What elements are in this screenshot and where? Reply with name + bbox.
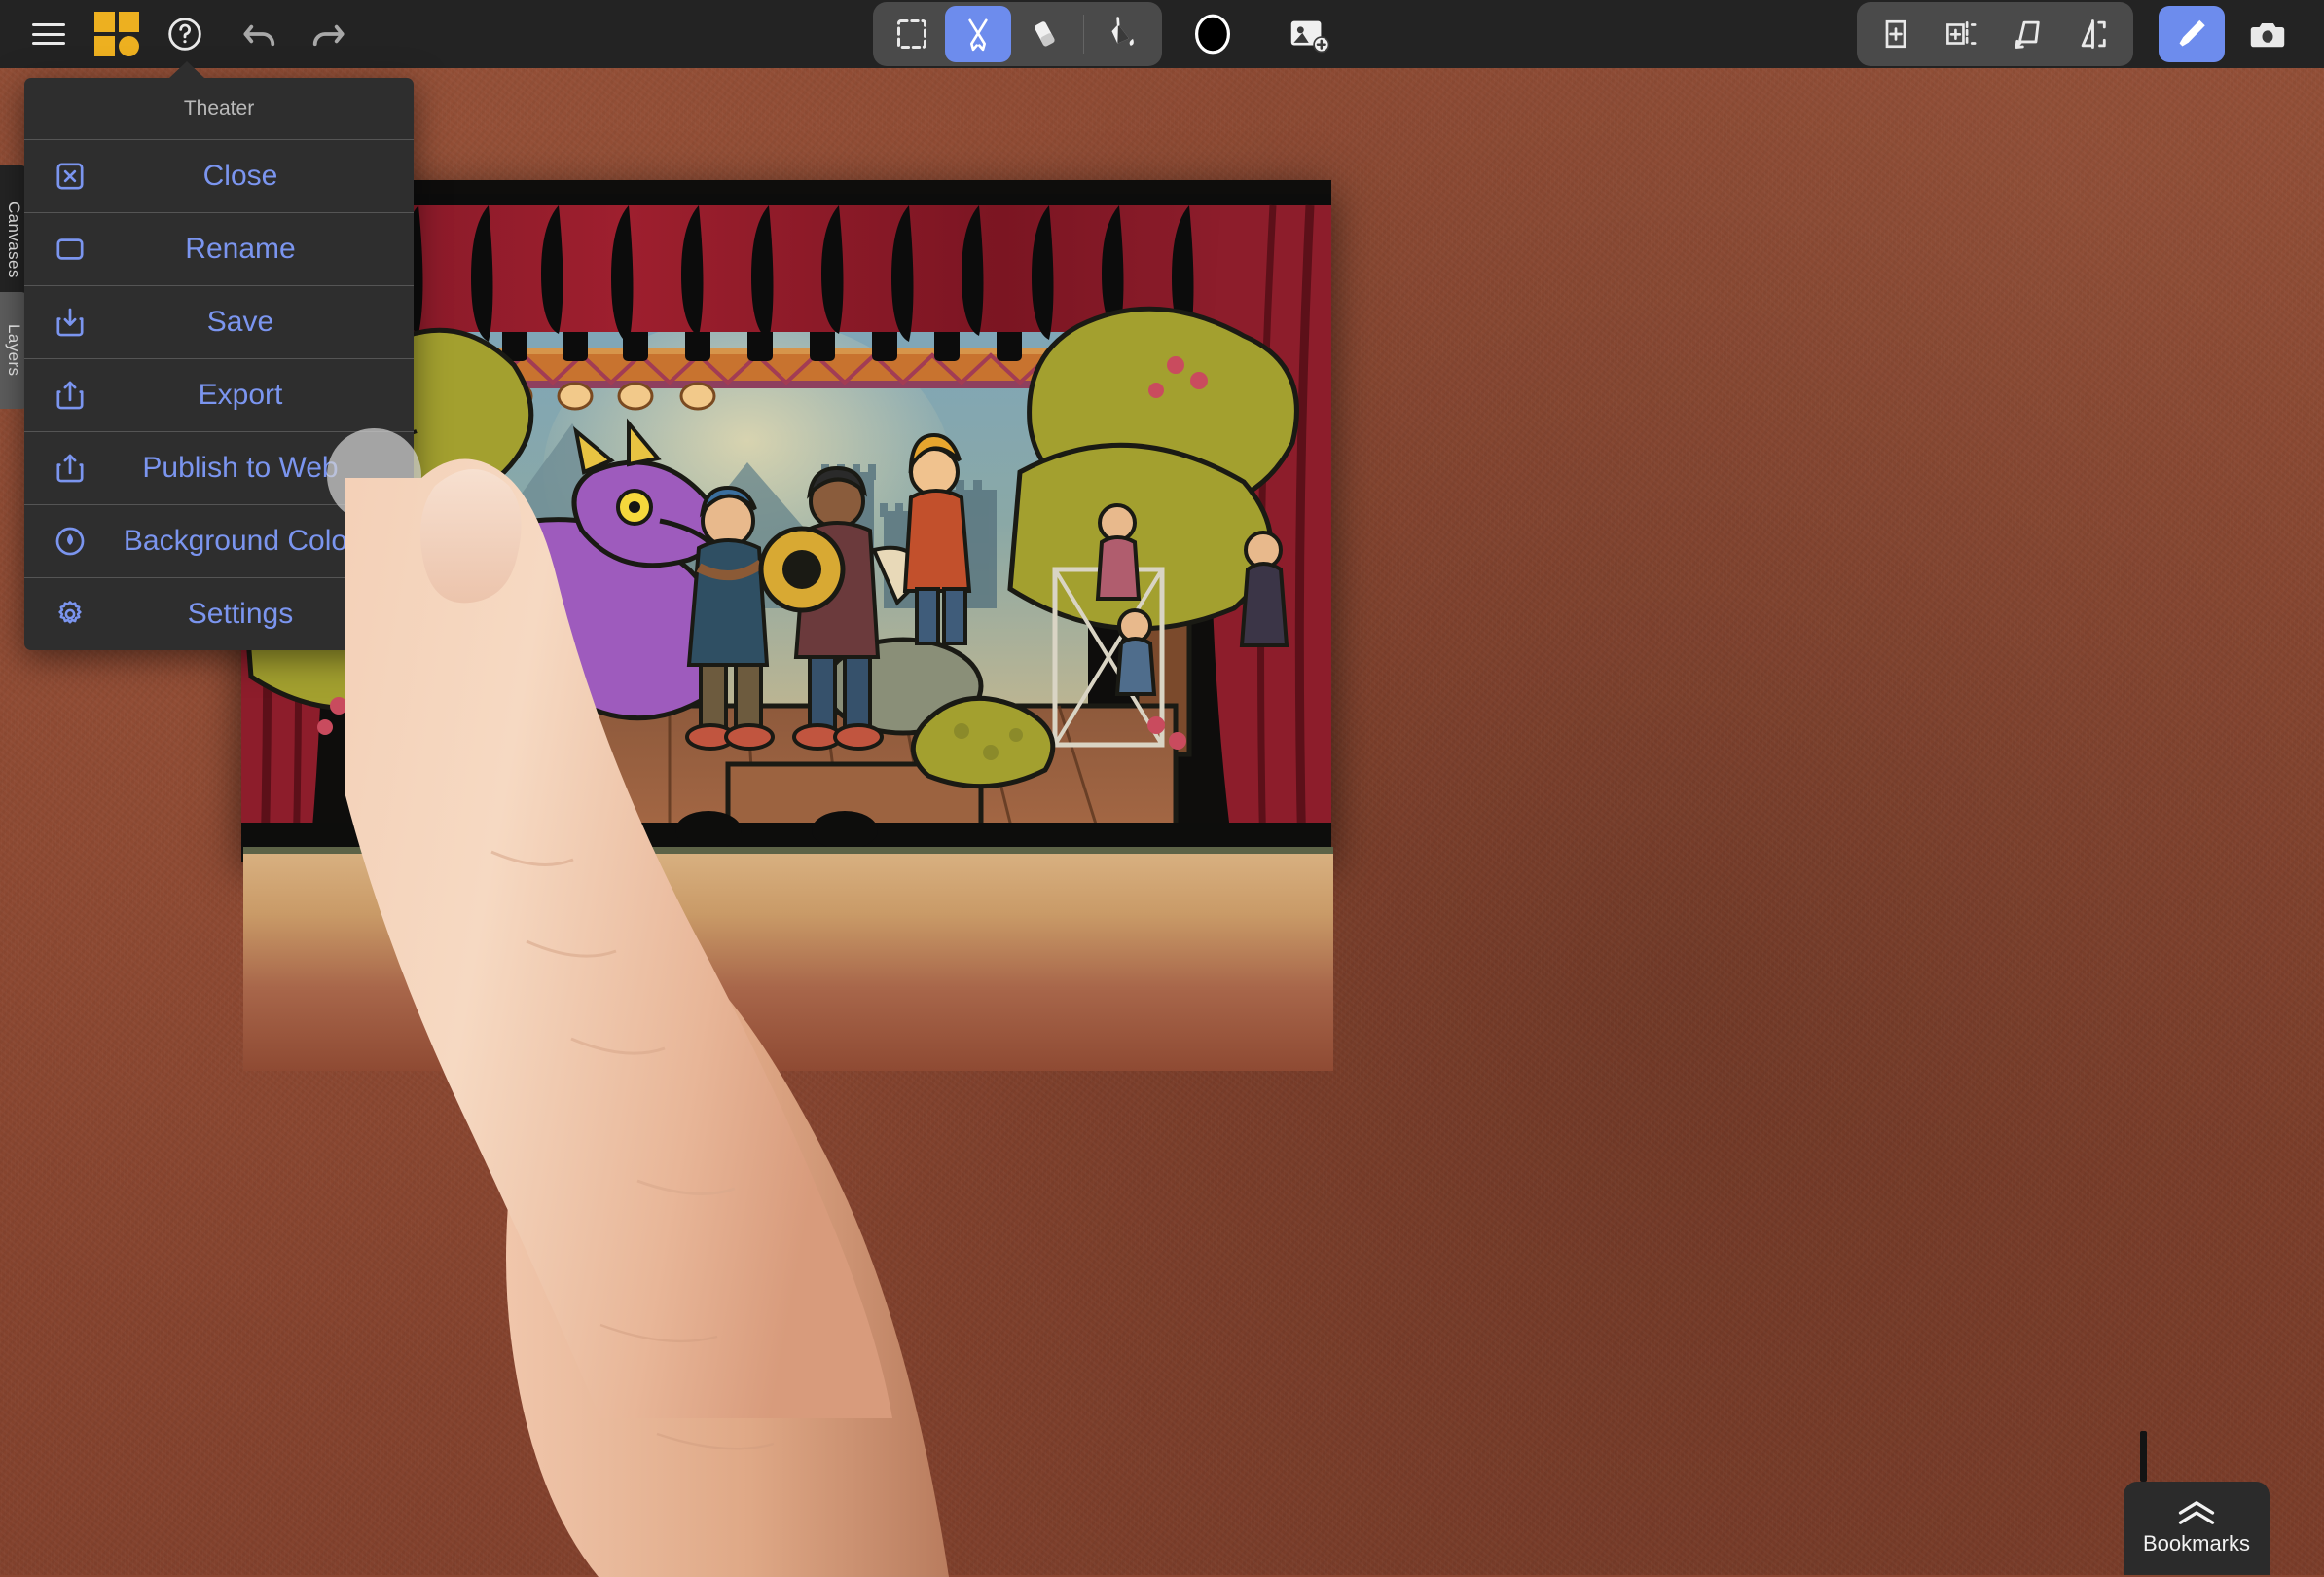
eraser-tool[interactable] [1011, 6, 1077, 62]
pen-tool[interactable] [945, 6, 1011, 62]
brush-icon [2170, 13, 2213, 55]
menu-item-export[interactable]: Export [24, 358, 414, 431]
menu-title: Theater [24, 78, 414, 139]
close-box-icon [24, 160, 116, 193]
menu-item-settings-label: Settings [116, 598, 414, 631]
rotate-page-button[interactable] [1995, 6, 2061, 62]
menu-item-export-label: Export [116, 379, 414, 412]
new-page-button[interactable] [1863, 6, 1929, 62]
menu-item-settings[interactable]: Settings [24, 577, 414, 650]
tool-group [873, 2, 1162, 66]
image-plus-icon [1286, 12, 1330, 56]
flip-page-button[interactable] [2061, 6, 2127, 62]
touch-indicator [327, 428, 421, 523]
download-tray-icon [24, 306, 116, 339]
color-swatch[interactable] [1180, 6, 1246, 62]
undo-button[interactable] [232, 6, 294, 62]
camera-button[interactable] [2234, 6, 2301, 62]
hamburger-icon [32, 23, 65, 45]
double-chevron-up-icon [2175, 1500, 2218, 1525]
top-toolbar [0, 0, 2324, 68]
bookmarks-tether [2140, 1431, 2147, 1482]
app-logo-icon [94, 12, 139, 56]
share-upload-icon [24, 379, 116, 412]
menu-item-rename-label: Rename [116, 233, 414, 266]
menu-item-close[interactable]: Close [24, 139, 414, 212]
undo-arrow-icon [241, 18, 284, 51]
redo-button[interactable] [294, 6, 356, 62]
bookmarks-label: Bookmarks [2143, 1531, 2250, 1557]
menu-button[interactable] [18, 6, 80, 62]
help-button[interactable] [154, 6, 216, 62]
sidebar-tab-canvases-label: Canvases [4, 202, 23, 278]
sidebar-tab-layers-label: Layers [4, 324, 23, 376]
page-plus-icon [1878, 17, 1913, 52]
menu-item-background-color-label: Background Color [116, 525, 414, 558]
question-mark-icon [165, 15, 204, 54]
canvas-context-menu: Theater Close Rename Save [24, 78, 414, 650]
paint-bucket-icon [1105, 16, 1142, 53]
select-tool[interactable] [879, 6, 945, 62]
gear-icon [24, 598, 116, 631]
color-circle-icon [1189, 11, 1236, 57]
menu-item-save-label: Save [116, 306, 414, 339]
tool-divider [1083, 15, 1084, 54]
page-tool-group [1857, 2, 2133, 66]
add-image-button[interactable] [1275, 6, 1341, 62]
camera-icon [2246, 13, 2289, 55]
menu-pointer-arrow [168, 61, 205, 79]
share-upload-icon [24, 452, 116, 485]
sidebar-tab-layers[interactable]: Layers [0, 292, 27, 409]
droplet-circle-icon [24, 525, 116, 558]
menu-item-save[interactable]: Save [24, 285, 414, 358]
duplicate-page-button[interactable] [1929, 6, 1995, 62]
crossed-pens-icon [959, 15, 998, 54]
fill-tool[interactable] [1090, 6, 1156, 62]
menu-item-rename[interactable]: Rename [24, 212, 414, 285]
dashed-square-icon [894, 17, 929, 52]
page-flip-icon [2076, 16, 2113, 53]
page-rotate-icon [2010, 16, 2047, 53]
bookmarks-panel[interactable]: Bookmarks [2124, 1482, 2270, 1575]
app-logo[interactable] [80, 6, 154, 62]
eraser-icon [1027, 17, 1062, 52]
page-duplicate-icon [1943, 17, 1980, 52]
redo-arrow-icon [304, 18, 346, 51]
stage-apron [243, 847, 1333, 1071]
brush-button[interactable] [2159, 6, 2225, 62]
menu-item-close-label: Close [116, 160, 414, 193]
rectangle-icon [24, 233, 116, 266]
